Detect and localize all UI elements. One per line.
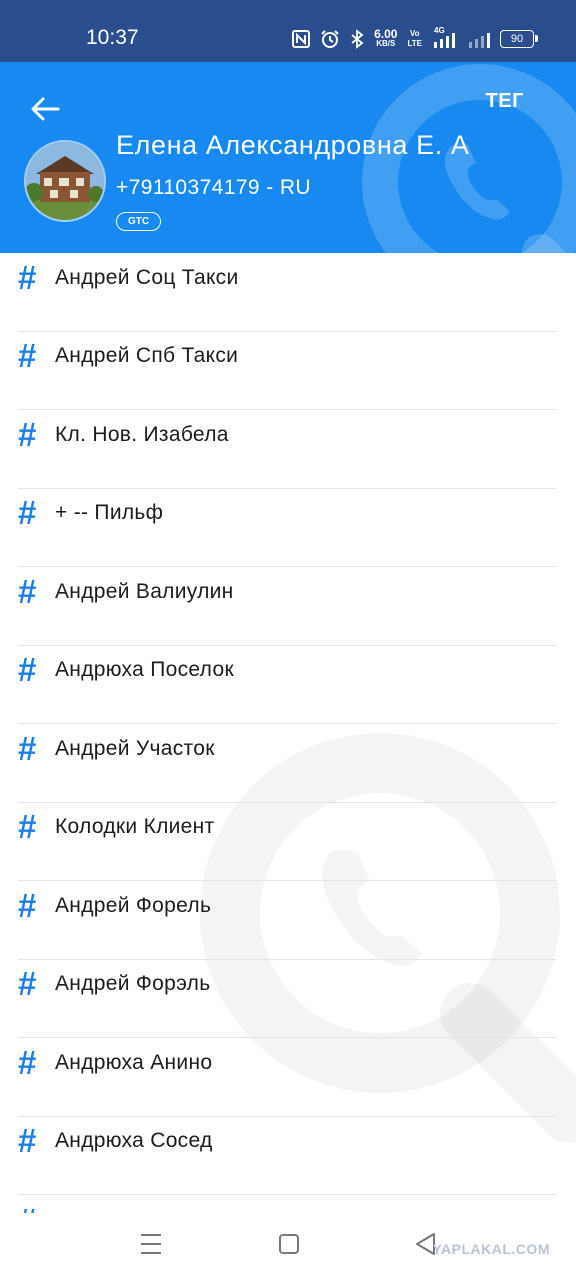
tag-row[interactable]: # + -- Пильф bbox=[18, 488, 556, 567]
net-speed-unit: KB/S bbox=[376, 39, 396, 48]
hashtag-icon: # bbox=[18, 651, 37, 688]
contact-name: Елена Александровна Е. А bbox=[116, 130, 470, 160]
signal-2-icon bbox=[468, 29, 490, 49]
tag-label: Андрей Участок bbox=[55, 737, 215, 760]
alarm-icon bbox=[320, 29, 340, 49]
contact-phone: +79110374179 - RU bbox=[116, 176, 311, 199]
back-button[interactable] bbox=[26, 90, 64, 128]
tag-label: Андрей Форель bbox=[55, 894, 212, 917]
battery-icon: 90 bbox=[500, 30, 538, 48]
bluetooth-icon bbox=[350, 29, 364, 49]
status-bar: 10:37 6.00 KB/S Vo LTE 4G 90 bbox=[0, 0, 576, 62]
tag-row[interactable]: # Андрюха Анино bbox=[18, 1038, 556, 1117]
hashtag-icon: # bbox=[18, 259, 37, 296]
home-button[interactable] bbox=[278, 1231, 300, 1262]
volte-bottom: LTE bbox=[407, 39, 422, 48]
tag-label: Колодки Клиент bbox=[55, 815, 215, 838]
avatar bbox=[24, 140, 106, 222]
tag-row[interactable]: # Андрей Форель bbox=[18, 881, 556, 960]
tag-label: Андрей Валиулин bbox=[55, 580, 234, 603]
tag-row[interactable]: # Колодки Клиент bbox=[18, 802, 556, 881]
tag-label: Андрей Форэль bbox=[55, 972, 211, 995]
tag-row[interactable]: # Андрюха Сосед bbox=[18, 1116, 556, 1195]
hashtag-icon: # bbox=[18, 494, 37, 531]
tag-label: Андрей Спб Такси bbox=[55, 344, 239, 367]
tag-row[interactable]: # Андрей Соц Такси bbox=[18, 253, 556, 332]
hashtag-icon: # bbox=[18, 337, 37, 374]
menu-button[interactable] bbox=[140, 1231, 162, 1262]
tag-row[interactable]: # Кл. Нов. Изабела bbox=[18, 410, 556, 489]
hashtag-icon: # bbox=[18, 730, 37, 767]
tag-button[interactable]: ТЕГ bbox=[486, 90, 524, 113]
tag-row[interactable]: # Андрей Форэль bbox=[18, 959, 556, 1038]
hashtag-icon: # bbox=[18, 573, 37, 610]
home-icon bbox=[279, 1234, 299, 1254]
nfc-icon bbox=[292, 30, 311, 48]
menu-icon bbox=[141, 1234, 161, 1254]
network-type: 4G bbox=[434, 26, 445, 35]
tag-row[interactable]: # Андрюха Поселок bbox=[18, 645, 556, 724]
volte-icon: Vo LTE bbox=[407, 29, 422, 49]
hashtag-icon: # bbox=[18, 965, 37, 1002]
tag-label: Андрюха Поселок bbox=[55, 658, 234, 681]
site-watermark: YAPLAKAL.COM bbox=[432, 1241, 550, 1257]
tag-list: # Андрей Соц Такси # Андрей Спб Такси # … bbox=[0, 253, 576, 1213]
house-photo bbox=[26, 142, 104, 220]
net-speed-value: 6.00 bbox=[374, 27, 398, 41]
contact-header: ТЕГ Елена Александровна Е. А +7911037417… bbox=[0, 62, 576, 253]
tag-row[interactable]: # Андрей Участок bbox=[18, 724, 556, 803]
hashtag-icon: # bbox=[18, 1122, 37, 1159]
signal-icon: 4G bbox=[432, 26, 458, 49]
hashtag-icon: # bbox=[18, 887, 37, 924]
tag-label: Кл. Нов. Изабела bbox=[55, 423, 229, 446]
hashtag-icon: # bbox=[18, 416, 37, 453]
operator-badge: GTC bbox=[116, 212, 162, 231]
tag-label: Андрюха Анино bbox=[55, 1051, 213, 1074]
tag-row[interactable]: # Андрей Валиулин bbox=[18, 567, 556, 646]
tag-label: Андрей Соц Такси bbox=[55, 266, 239, 289]
tag-label: + -- Пильф bbox=[55, 501, 164, 524]
hashtag-icon: # bbox=[18, 1044, 37, 1081]
hashtag-icon: # bbox=[18, 1196, 36, 1213]
net-speed: 6.00 KB/S bbox=[374, 27, 398, 49]
hashtag-icon: # bbox=[18, 808, 37, 845]
tag-row[interactable]: # Андрей Спб Такси bbox=[18, 331, 556, 410]
status-time: 10:37 bbox=[86, 26, 139, 49]
back-arrow-icon bbox=[31, 97, 60, 121]
status-icons: 6.00 KB/S Vo LTE 4G 90 bbox=[292, 25, 538, 53]
tag-label: Андрюха Сосед bbox=[55, 1129, 213, 1152]
volte-top: Vo bbox=[409, 29, 420, 38]
